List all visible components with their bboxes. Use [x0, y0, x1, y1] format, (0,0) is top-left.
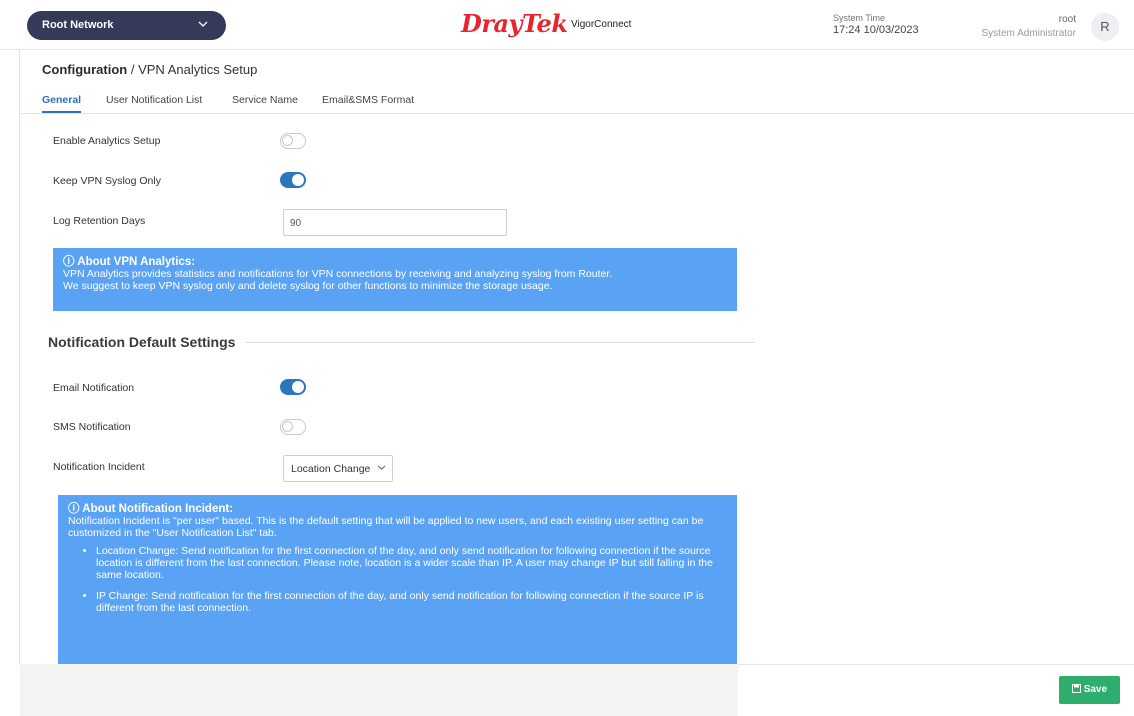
- tab-bar: General User Notification List Service N…: [20, 90, 1134, 114]
- system-time-label: System Time: [833, 13, 886, 23]
- sms-notification-label: SMS Notification: [53, 421, 131, 433]
- chevron-down-icon: [198, 19, 208, 31]
- keep-syslog-label: Keep VPN Syslog Only: [53, 175, 161, 187]
- top-header: Root Network DrayTek VigorConnect System…: [0, 0, 1134, 50]
- draytek-logo: DrayTek: [461, 9, 568, 38]
- section-divider: [246, 342, 755, 343]
- save-icon: [1071, 684, 1084, 695]
- network-selector-label: Root Network: [42, 19, 114, 31]
- breadcrumb-section[interactable]: Configuration: [42, 62, 127, 77]
- footer-shade: [20, 664, 738, 716]
- notification-incident-value: Location Change: [291, 463, 371, 475]
- network-selector[interactable]: Root Network: [27, 11, 226, 40]
- breadcrumb-page: VPN Analytics Setup: [138, 62, 258, 77]
- save-button[interactable]: Save: [1059, 676, 1120, 704]
- tab-general[interactable]: General: [42, 94, 82, 113]
- about-vpn-analytics-box: ⓘ About VPN Analytics: VPN Analytics pro…: [53, 248, 737, 311]
- list-item: Location Change: Send notification for t…: [96, 545, 727, 581]
- notification-incident-select[interactable]: Location Change: [283, 455, 393, 482]
- incident-types-list: Location Change: Send notification for t…: [96, 545, 727, 614]
- about-incident-title: ⓘ About Notification Incident:: [68, 503, 234, 515]
- chevron-down-icon: [377, 463, 386, 474]
- system-time-value: 17:24 10/03/2023: [833, 24, 919, 36]
- brand: DrayTek VigorConnect: [461, 9, 631, 39]
- enable-analytics-toggle[interactable]: [280, 133, 306, 149]
- tab-service-name[interactable]: Service Name: [232, 94, 298, 106]
- email-notification-label: Email Notification: [53, 382, 135, 394]
- email-notification-toggle[interactable]: [280, 379, 306, 395]
- product-name: VigorConnect: [571, 19, 632, 30]
- user-role: System Administrator: [981, 28, 1076, 39]
- save-label: Save: [1083, 684, 1108, 695]
- log-retention-label: Log Retention Days: [53, 215, 146, 227]
- about-incident-line1: Notification Incident is "per user" base…: [68, 515, 704, 539]
- user-name: root: [1058, 14, 1076, 25]
- system-time: System Time 17:24 10/03/2023: [833, 13, 919, 37]
- about-incident-box: ⓘ About Notification Incident: Notificat…: [58, 495, 737, 664]
- notification-incident-label: Notification Incident: [53, 461, 145, 473]
- breadcrumb: Configuration / VPN Analytics Setup: [42, 62, 257, 77]
- keep-syslog-toggle[interactable]: [280, 172, 306, 188]
- list-item: IP Change: Send notification for the fir…: [96, 590, 727, 614]
- section-title-notification: Notification Default Settings: [48, 334, 236, 350]
- log-retention-input[interactable]: 90: [283, 209, 507, 236]
- sms-notification-toggle[interactable]: [280, 419, 306, 435]
- tab-user-notification-list[interactable]: User Notification List: [106, 94, 202, 106]
- about-vpn-title: ⓘ About VPN Analytics:: [63, 256, 196, 268]
- avatar[interactable]: R: [1091, 13, 1119, 41]
- user-info: root System Administrator: [982, 13, 1076, 41]
- enable-analytics-label: Enable Analytics Setup: [53, 135, 161, 147]
- tab-email-sms-format[interactable]: Email&SMS Format: [322, 94, 414, 106]
- about-vpn-line2: We suggest to keep VPN syslog only and d…: [63, 280, 553, 292]
- breadcrumb-separator: /: [130, 62, 135, 77]
- about-vpn-line1: VPN Analytics provides statistics and no…: [63, 268, 613, 280]
